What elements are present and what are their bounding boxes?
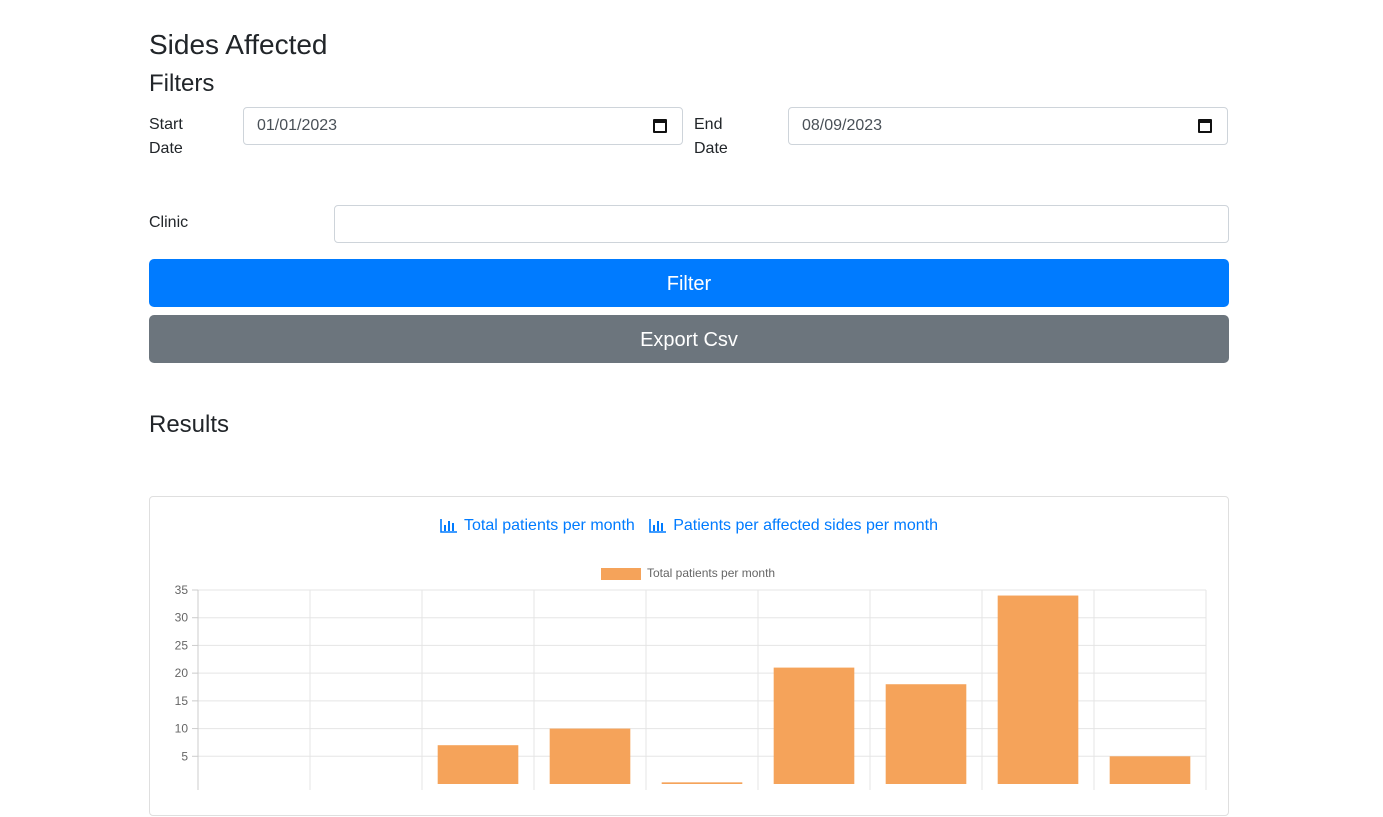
start-date-label: Start Date (149, 116, 183, 157)
chart-bar (549, 728, 631, 784)
bar-chart: Total patients per month 35 30 25 20 15 10 5 (175, 566, 1207, 790)
clinic-input[interactable] (334, 205, 1229, 243)
chart-bar (437, 745, 519, 784)
calendar-icon[interactable] (653, 119, 667, 133)
end-date-label: End Date (694, 116, 728, 157)
export-csv-button[interactable]: Export Csv (149, 315, 1229, 363)
chart-bar (1109, 756, 1191, 784)
legend-label: Total patients per month (647, 566, 775, 580)
start-date-input[interactable]: 01/01/2023 (243, 107, 683, 145)
page-title: Sides Affected (149, 29, 328, 60)
end-date-value: 08/09/2023 (802, 117, 883, 134)
chart-bar (997, 595, 1079, 784)
results-heading: Results (149, 411, 230, 438)
chart-bar (773, 667, 855, 784)
start-date-value: 01/01/2023 (257, 117, 338, 134)
legend-swatch (601, 568, 641, 580)
filter-button[interactable]: Filter (149, 259, 1229, 307)
chart-bar (661, 782, 743, 784)
y-tick-label: 35 (175, 583, 189, 597)
y-tick-label: 5 (181, 749, 188, 763)
y-tick-label: 25 (175, 638, 189, 652)
filters-heading: Filters (149, 70, 215, 97)
clinic-label: Clinic (149, 214, 189, 231)
y-tick-label: 10 (175, 722, 189, 736)
calendar-icon[interactable] (1198, 119, 1212, 133)
chart-bar (885, 684, 967, 784)
chart-card: Total patients per month Patients per af… (149, 496, 1229, 816)
y-tick-label: 15 (175, 694, 189, 708)
y-tick-label: 20 (175, 666, 189, 680)
y-tick-label: 30 (175, 611, 189, 625)
end-date-input[interactable]: 08/09/2023 (788, 107, 1228, 145)
